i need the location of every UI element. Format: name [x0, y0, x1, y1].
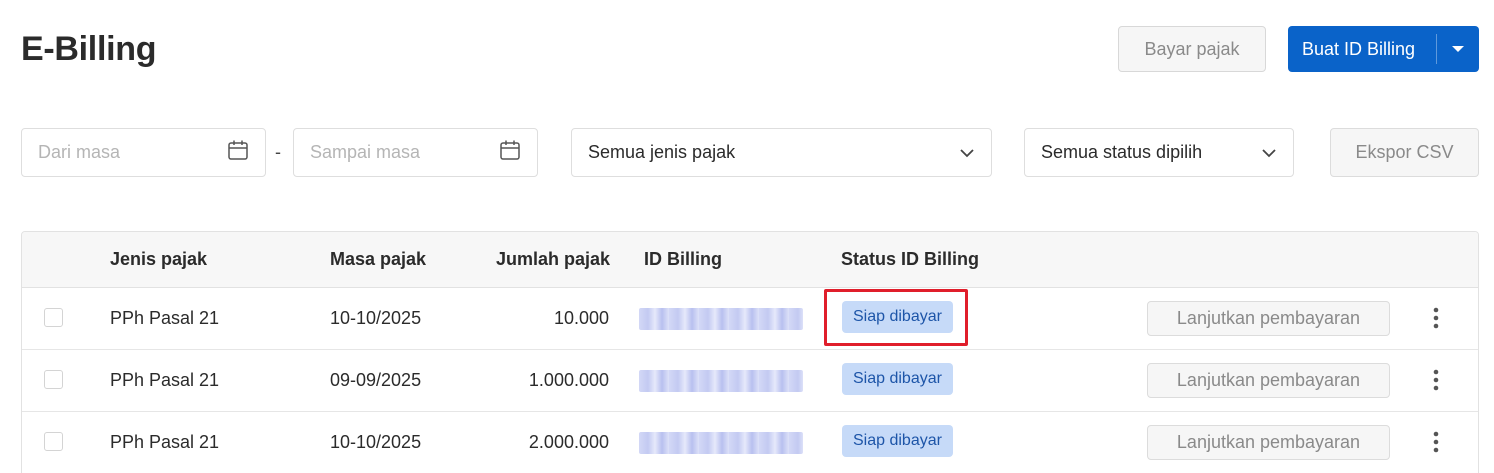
more-vertical-icon[interactable]	[1424, 366, 1448, 394]
row-checkbox[interactable]	[44, 370, 63, 389]
date-from-placeholder: Dari masa	[38, 142, 121, 162]
row-checkbox[interactable]	[44, 432, 63, 451]
calendar-icon[interactable]	[227, 139, 249, 166]
header-billing-status: Status ID Billing	[841, 249, 980, 269]
cell-tax-amount: 2.000.000	[528, 432, 609, 452]
calendar-icon[interactable]	[499, 139, 521, 166]
pay-tax-button[interactable]: Bayar pajak	[1118, 26, 1266, 72]
chevron-down-icon	[959, 142, 975, 163]
continue-payment-button[interactable]: Lanjutkan pembayaran	[1147, 301, 1390, 336]
export-csv-button[interactable]: Ekspor CSV	[1330, 128, 1479, 177]
table-row: PPh Pasal 21 10-10/2025 2.000.000 Siap d…	[22, 412, 1478, 473]
cell-tax-amount: 10.000	[553, 308, 609, 328]
cell-tax-amount: 1.000.000	[528, 370, 609, 390]
row-checkbox[interactable]	[44, 308, 63, 327]
cell-tax-type: PPh Pasal 21	[110, 370, 220, 390]
header-tax-period: Masa pajak	[330, 249, 427, 269]
more-vertical-icon[interactable]	[1424, 304, 1448, 332]
date-to-placeholder: Sampai masa	[310, 142, 421, 162]
header-tax-amount: Jumlah pajak	[496, 249, 611, 269]
cell-tax-period: 10-10/2025	[330, 432, 422, 452]
header-tax-type: Jenis pajak	[110, 249, 208, 269]
date-range-separator: -	[275, 142, 281, 162]
table-row: PPh Pasal 21 09-09/2025 1.000.000 Siap d…	[22, 350, 1478, 412]
create-billing-id-button[interactable]: Buat ID Billing	[1288, 26, 1479, 72]
status-badge: Siap dibayar	[842, 425, 953, 457]
cell-tax-period: 10-10/2025	[330, 308, 422, 328]
date-to-input[interactable]: Sampai masa	[293, 128, 538, 177]
create-billing-id-label[interactable]: Buat ID Billing	[1288, 26, 1436, 72]
chevron-down-icon	[1261, 142, 1277, 163]
billing-table: Jenis pajak Masa pajak Jumlah pajak ID B…	[21, 231, 1479, 473]
billing-id-redacted	[639, 432, 803, 454]
caret-down-icon[interactable]	[1437, 26, 1479, 72]
cell-tax-type: PPh Pasal 21	[110, 432, 220, 452]
status-value: Semua status dipilih	[1041, 142, 1203, 162]
table-header: Jenis pajak Masa pajak Jumlah pajak ID B…	[22, 232, 1478, 288]
tax-type-select[interactable]: Semua jenis pajak	[571, 128, 992, 177]
status-badge: Siap dibayar	[842, 363, 953, 395]
date-from-input[interactable]: Dari masa	[21, 128, 266, 177]
billing-id-redacted	[639, 370, 803, 392]
status-select[interactable]: Semua status dipilih	[1024, 128, 1294, 177]
continue-payment-button[interactable]: Lanjutkan pembayaran	[1147, 363, 1390, 398]
continue-payment-button[interactable]: Lanjutkan pembayaran	[1147, 425, 1390, 460]
more-vertical-icon[interactable]	[1424, 428, 1448, 456]
tax-type-value: Semua jenis pajak	[588, 142, 736, 162]
cell-tax-type: PPh Pasal 21	[110, 308, 220, 328]
status-badge: Siap dibayar	[842, 301, 953, 333]
header-billing-id: ID Billing	[644, 249, 722, 269]
cell-tax-period: 09-09/2025	[330, 370, 422, 390]
page-title: E-Billing	[21, 30, 157, 68]
table-row: PPh Pasal 21 10-10/2025 10.000 Siap diba…	[22, 288, 1478, 350]
billing-id-redacted	[639, 308, 803, 330]
